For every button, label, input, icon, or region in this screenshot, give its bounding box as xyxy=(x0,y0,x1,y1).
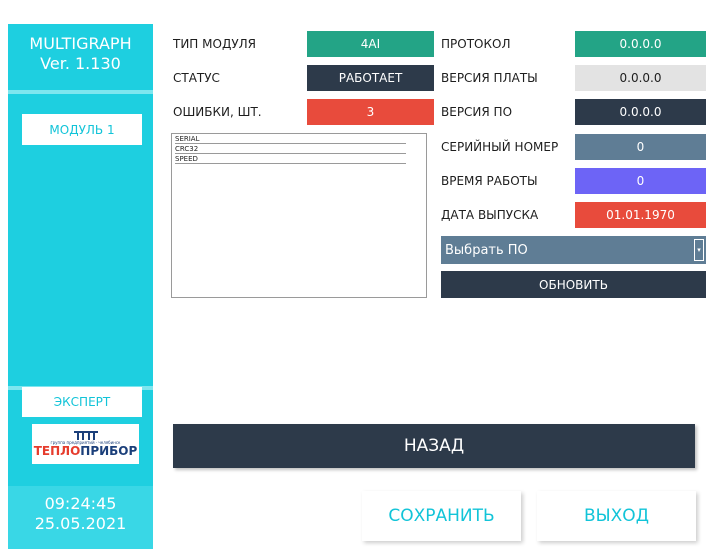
save-button[interactable]: СОХРАНИТЬ xyxy=(362,491,521,541)
uptime-label: ВРЕМЯ РАБОТЫ xyxy=(441,174,538,188)
errors-label: ОШИБКИ, ШТ. xyxy=(173,105,262,119)
serial-number-label: СЕРИЙНЫЙ НОМЕР xyxy=(441,140,559,154)
logo-brand-part2: ПРИБОР xyxy=(80,444,138,458)
module-type-label: ТИП МОДУЛЯ xyxy=(173,37,256,51)
top-strip xyxy=(0,0,726,24)
app-name: MULTIGRAPH xyxy=(29,34,132,53)
list-item[interactable]: SPEED xyxy=(175,154,406,164)
logo-brand: ТЕПЛОПРИБОР xyxy=(34,445,138,458)
chevron-down-icon[interactable]: ▾ xyxy=(694,239,704,261)
firmware-select[interactable]: Выбрать ПО ▾ xyxy=(441,236,706,264)
clock-time: 09:24:45 xyxy=(44,494,117,513)
firmware-version-value: 0.0.0.0 xyxy=(575,99,706,125)
status-value: РАБОТАЕТ xyxy=(307,65,434,91)
sidebar: MULTIGRAPH Ver. 1.130 МОДУЛЬ 1 ЭКСПЕРТ г… xyxy=(8,24,153,549)
errors-value: 3 xyxy=(307,99,434,125)
errors-list[interactable]: SERIAL CRC32 SPEED xyxy=(171,133,427,298)
list-item[interactable]: SERIAL xyxy=(175,134,406,144)
app-title: MULTIGRAPH Ver. 1.130 xyxy=(8,34,153,74)
list-item[interactable]: CRC32 xyxy=(175,144,406,154)
app-version: Ver. 1.130 xyxy=(40,54,121,73)
status-label: СТАТУС xyxy=(173,71,220,85)
protocol-value: 0.0.0.0 xyxy=(575,31,706,57)
protocol-label: ПРОТОКОЛ xyxy=(441,37,511,51)
release-date-value: 01.01.1970 xyxy=(575,202,706,228)
clock-date: 25.05.2021 xyxy=(34,514,127,533)
company-logo: группа предприятий · челябинск ТЕПЛОПРИБ… xyxy=(32,424,139,464)
firmware-select-value: Выбрать ПО xyxy=(445,242,528,258)
clock-panel: 09:24:45 25.05.2021 xyxy=(8,486,153,549)
bridge-icon xyxy=(73,431,98,440)
sidebar-divider xyxy=(8,90,153,94)
firmware-version-label: ВЕРСИЯ ПО xyxy=(441,105,513,119)
back-button[interactable]: НАЗАД xyxy=(173,424,695,468)
update-button[interactable]: ОБНОВИТЬ xyxy=(441,271,706,298)
logo-brand-part1: ТЕПЛО xyxy=(33,444,81,458)
serial-number-value: 0 xyxy=(575,134,706,160)
module-type-value: 4AI xyxy=(307,31,434,57)
module-1-button[interactable]: МОДУЛЬ 1 xyxy=(22,114,142,145)
expert-button[interactable]: ЭКСПЕРТ xyxy=(22,387,142,417)
board-version-value: 0.0.0.0 xyxy=(575,65,706,91)
uptime-value: 0 xyxy=(575,168,706,194)
exit-button[interactable]: ВЫХОД xyxy=(537,491,696,541)
release-date-label: ДАТА ВЫПУСКА xyxy=(441,208,539,222)
board-version-label: ВЕРСИЯ ПЛАТЫ xyxy=(441,71,538,85)
